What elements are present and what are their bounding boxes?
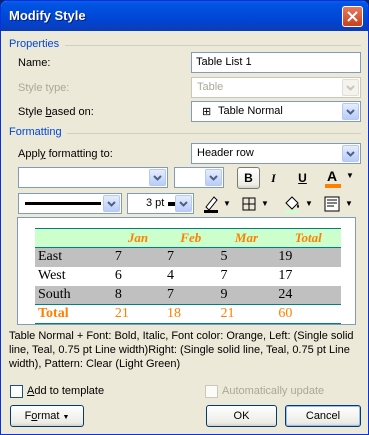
table-icon: ⊞ [202,106,212,118]
preview-header-cell: Feb [164,228,218,248]
preview-cell: 17 [278,268,293,283]
underline-button[interactable]: U [291,167,314,189]
preview-cell: 19 [275,247,341,267]
line-style-select[interactable] [18,193,122,214]
style-based-on-value: Table Normal [218,105,283,117]
preview-cell: East [35,247,112,267]
style-based-on-select[interactable]: ⊞ Table Normal [191,101,361,122]
format-button[interactable]: Format ▼ [10,405,84,427]
font-color-swatch [325,184,341,188]
close-icon [347,11,358,22]
preview-header-cell: Mar [217,228,276,248]
shading-color-button[interactable]: ▼ [281,194,315,215]
pen-icon [204,196,218,213]
name-field[interactable]: Table List 1 [191,52,361,73]
preview-cell: South [35,285,112,305]
cancel-button[interactable]: Cancel [285,405,361,427]
preview-cell: 7 [111,247,164,267]
line-weight-value: 3 pt [146,197,165,209]
chevron-down-icon[interactable] [205,169,222,186]
alignment-button[interactable]: ▼ [321,194,357,215]
preview-total-cell: 21 [111,304,164,324]
font-size-select[interactable] [174,167,224,188]
chevron-down-icon [342,79,359,96]
modify-style-dialog: Modify Style Properties Name: Table List… [0,0,369,435]
preview-cell: West [38,268,66,283]
preview-row: East 7 7 5 19 [35,247,341,267]
preview-cell: 7 [164,247,218,267]
formatting-section-label: Formatting [9,126,62,138]
apply-formatting-label: Apply formatting to: [18,148,113,160]
add-to-template-label[interactable]: Add to template [27,385,104,397]
preview-total-cell: 18 [164,304,218,324]
paint-bucket-icon [284,196,299,213]
apply-formatting-value: Header row [197,147,254,159]
chevron-down-icon[interactable] [103,195,120,212]
formatting-divider [67,133,361,134]
preview-header-cell: Jan [111,228,164,248]
chevron-down-icon[interactable] [342,145,359,162]
borders-button[interactable]: ▼ [240,194,272,215]
ok-button[interactable]: OK [206,405,277,427]
preview-header-row: Jan Feb Mar Total [35,228,341,248]
dropdown-arrow-icon: ▼ [305,199,313,208]
dialog-title: Modify Style [9,8,86,23]
preview-header-cell [35,228,112,248]
preview-cell: 7 [164,285,218,305]
preview-cell: 7 [220,268,228,283]
properties-divider [65,45,361,46]
font-name-select[interactable] [18,167,168,188]
font-color-button[interactable]: A ▼ [323,167,355,189]
close-button[interactable] [342,6,363,27]
dropdown-arrow-icon: ▼ [346,171,354,180]
preview-total-cell: Total [35,304,112,324]
chevron-down-icon[interactable] [342,103,359,120]
italic-button[interactable]: I [262,167,285,189]
apply-formatting-select[interactable]: Header row [191,143,361,164]
style-type-value: Table [197,81,224,93]
preview-cell: 6 [114,268,122,283]
name-label: Name: [18,57,51,69]
preview-total-cell: 60 [275,304,341,324]
style-description: Table Normal + Font: Bold, Italic, Font … [9,330,354,370]
style-preview: Jan Feb Mar Total East 7 7 5 19 West 6 4… [17,217,356,325]
preview-total-cell: 21 [217,304,276,324]
chevron-down-icon[interactable] [175,195,192,212]
style-type-label: Style type: [18,82,70,94]
preview-cell: 5 [217,247,276,267]
style-type-select: Table [191,77,361,98]
add-to-template-checkbox[interactable] [10,385,23,398]
chevron-down-icon[interactable] [149,169,166,186]
preview-row: West 6 4 7 17 [35,267,341,286]
title-bar: Modify Style [1,1,368,31]
bold-button[interactable]: B [237,167,260,189]
auto-update-label: Automatically update [222,385,325,397]
preview-row: South 8 7 9 24 [35,285,341,305]
dropdown-arrow-icon: ▼ [261,199,269,208]
dropdown-arrow-icon: ▼ [345,199,353,208]
auto-update-checkbox [205,385,218,398]
preview-cell: 8 [111,285,164,305]
preview-header-cell: Total [275,228,341,248]
font-color-icon: A [327,168,338,184]
line-weight-select[interactable]: 3 pt [127,193,194,214]
border-color-button[interactable]: ▼ [201,194,233,215]
preview-table: Jan Feb Mar Total East 7 7 5 19 West 6 4… [35,228,341,324]
line-style-swatch [25,202,101,205]
preview-cell: 24 [275,285,341,305]
preview-cell: 4 [167,268,174,283]
style-based-on-label: Style based on: [18,106,94,118]
align-icon [324,196,340,212]
properties-section-label: Properties [9,38,60,50]
dropdown-arrow-icon: ▼ [223,199,231,208]
borders-icon [242,197,256,211]
preview-cell: 9 [217,285,276,305]
preview-total-row: Total 21 18 21 60 [35,304,341,324]
